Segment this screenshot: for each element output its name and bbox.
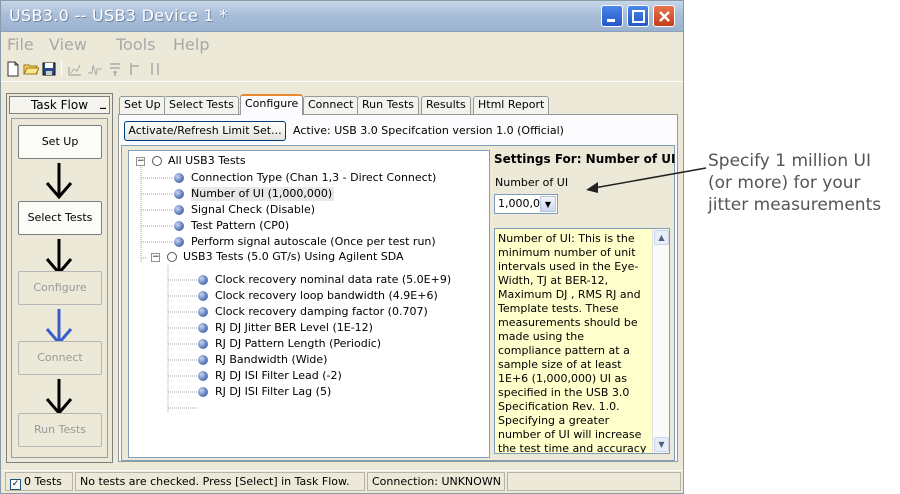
status-connection: Connection: UNKNOWN xyxy=(367,472,505,491)
tree-item-isi-filter-lag[interactable]: RJ DJ ISI Filter Lag (5) xyxy=(215,385,331,399)
task-run-tests-button[interactable]: Run Tests xyxy=(18,413,102,447)
tree-item-signal-check[interactable]: Signal Check (Disable) xyxy=(191,203,315,217)
scroll-up-icon[interactable]: ▲ xyxy=(654,230,669,245)
new-document-icon[interactable] xyxy=(5,61,21,77)
tree-group[interactable]: USB3 Tests (5.0 GT/s) Using Agilent SDA xyxy=(183,250,404,264)
active-limit-set-text: Active: USB 3.0 Specifcation version 1.0… xyxy=(293,124,564,137)
toolbar-separator xyxy=(61,61,62,77)
callout-annotation: Specify 1 million UI (or more) for your … xyxy=(708,150,881,216)
tree-item-pattern-length[interactable]: RJ DJ Pattern Length (Periodic) xyxy=(215,337,381,351)
task-flow-title: Task Flow xyxy=(30,98,89,112)
menu-bar: File View Tools Help xyxy=(1,33,683,57)
number-of-ui-select[interactable]: 1,000,000 ▼ xyxy=(494,194,558,214)
status-message: No tests are checked. Press [Select] in … xyxy=(75,472,365,491)
tree-item-number-of-ui[interactable]: Number of UI (1,000,000) xyxy=(191,187,335,201)
tree-item-dot-icon xyxy=(174,237,184,247)
toolbar xyxy=(1,58,683,82)
task-setup-button[interactable]: Set Up xyxy=(18,125,102,159)
tree-item-dot-icon xyxy=(198,323,208,333)
tree-root[interactable]: All USB3 Tests xyxy=(168,154,246,168)
close-icon[interactable] xyxy=(653,5,675,27)
status-bar: ✓ 0 Tests No tests are checked. Press [Se… xyxy=(3,470,683,492)
task-configure-button[interactable]: Configure xyxy=(18,271,102,305)
tree-item-cr-loop-bandwidth[interactable]: Clock recovery loop bandwidth (4.9E+6) xyxy=(215,289,438,303)
flow-arrow-icon xyxy=(45,379,73,416)
tree-item-test-pattern[interactable]: Test Pattern (CP0) xyxy=(191,219,289,233)
tree-item-dot-icon xyxy=(198,387,208,397)
tab-html-report[interactable]: Html Report xyxy=(473,96,550,114)
title-bar[interactable]: USB3.0 -- USB3 Device 1 * xyxy=(1,1,683,32)
step-icon[interactable] xyxy=(127,61,143,77)
task-flow-minimize-icon[interactable]: _ xyxy=(100,94,106,110)
number-of-ui-label: Number of UI xyxy=(495,176,569,189)
tab-setup[interactable]: Set Up xyxy=(119,96,166,114)
tree-item-dot-icon xyxy=(198,307,208,317)
menu-view[interactable]: View xyxy=(49,35,87,54)
activate-refresh-limit-set-button[interactable]: Activate/Refresh Limit Set... xyxy=(124,121,286,141)
open-folder-icon[interactable] xyxy=(23,61,39,77)
tree-root-collapse-icon[interactable]: − xyxy=(136,157,145,166)
callout-line-2: (or more) for your xyxy=(708,173,861,193)
status-empty-cell xyxy=(507,472,681,491)
description-scrollbar[interactable]: ▲ ▼ xyxy=(652,229,669,453)
menu-help[interactable]: Help xyxy=(173,35,209,54)
save-icon[interactable] xyxy=(41,61,57,77)
tree-item-dot-icon xyxy=(174,221,184,231)
task-flow-steps: Set Up Select Tests Configure Connect Ru… xyxy=(11,118,108,458)
tree-item-ber-level[interactable]: RJ DJ Jitter BER Level (1E-12) xyxy=(215,321,373,335)
tree-item-rj-bandwidth[interactable]: RJ Bandwidth (Wide) xyxy=(215,353,327,367)
tree-item-autoscale[interactable]: Perform signal autoscale (Once per test … xyxy=(191,235,436,249)
tab-configure[interactable]: Configure xyxy=(240,94,304,115)
pause-icon[interactable] xyxy=(147,61,163,77)
tree-item-cr-damping[interactable]: Clock recovery damping factor (0.707) xyxy=(215,305,428,319)
tab-select-tests[interactable]: Select Tests xyxy=(164,96,239,114)
scroll-down-icon[interactable]: ▼ xyxy=(654,437,669,452)
tree-item-dot-icon xyxy=(198,275,208,285)
chart-icon[interactable] xyxy=(67,61,83,77)
task-flow-header: Task Flow _ xyxy=(9,94,110,114)
task-connect-button[interactable]: Connect xyxy=(18,341,102,375)
maximize-icon[interactable] xyxy=(627,5,649,27)
tab-connect[interactable]: Connect xyxy=(303,96,359,114)
tree-item-dot-icon xyxy=(198,371,208,381)
menu-tools[interactable]: Tools xyxy=(116,35,155,54)
flow-arrow-icon xyxy=(45,163,73,200)
tree-item-dot-icon xyxy=(198,291,208,301)
task-flow-panel: Task Flow _ Set Up Select Tests Configur… xyxy=(6,93,113,463)
minimize-icon[interactable] xyxy=(601,5,623,27)
bars-icon[interactable] xyxy=(107,61,123,77)
callout-line-3: jitter measurements xyxy=(708,195,882,215)
tree-item-cr-data-rate[interactable]: Clock recovery nominal data rate (5.0E+9… xyxy=(215,273,451,287)
tab-results[interactable]: Results xyxy=(421,96,471,114)
tree-group-collapse-icon[interactable]: − xyxy=(151,253,160,262)
tree-item-connection-type[interactable]: Connection Type (Chan 1,3 - Direct Conne… xyxy=(191,171,436,185)
tree-item-dot-icon xyxy=(174,189,184,199)
tree-item-dot-icon xyxy=(174,205,184,215)
menu-file[interactable]: File xyxy=(7,35,34,54)
task-select-tests-button[interactable]: Select Tests xyxy=(18,201,102,235)
app-window: USB3.0 -- USB3 Device 1 * File View Tool… xyxy=(0,0,684,494)
chevron-down-icon[interactable]: ▼ xyxy=(540,196,556,212)
config-tree: − All USB3 Tests Connection Type (Chan 1… xyxy=(128,150,490,458)
tree-item-dot-icon xyxy=(174,173,184,183)
tree-item-dot-icon xyxy=(198,339,208,349)
callout-line-1: Specify 1 million UI xyxy=(708,151,871,171)
tree-item-dot-icon xyxy=(198,355,208,365)
signal-icon[interactable] xyxy=(87,61,103,77)
setting-description: Number of UI: This is the minimum number… xyxy=(494,228,670,454)
tab-run-tests[interactable]: Run Tests xyxy=(357,96,419,114)
setting-description-text: Number of UI: This is the minimum number… xyxy=(498,232,647,454)
tests-checkbox[interactable]: ✓ xyxy=(10,479,21,490)
status-tests-label: 0 Tests xyxy=(24,475,62,488)
status-tests-count: ✓ 0 Tests xyxy=(5,472,73,491)
tree-group-radio[interactable] xyxy=(167,252,177,262)
callout-arrow-icon xyxy=(586,167,707,193)
window-title: USB3.0 -- USB3 Device 1 * xyxy=(9,6,228,25)
tree-item-isi-filter-lead[interactable]: RJ DJ ISI Filter Lead (-2) xyxy=(215,369,342,383)
tree-root-radio[interactable] xyxy=(152,156,162,166)
